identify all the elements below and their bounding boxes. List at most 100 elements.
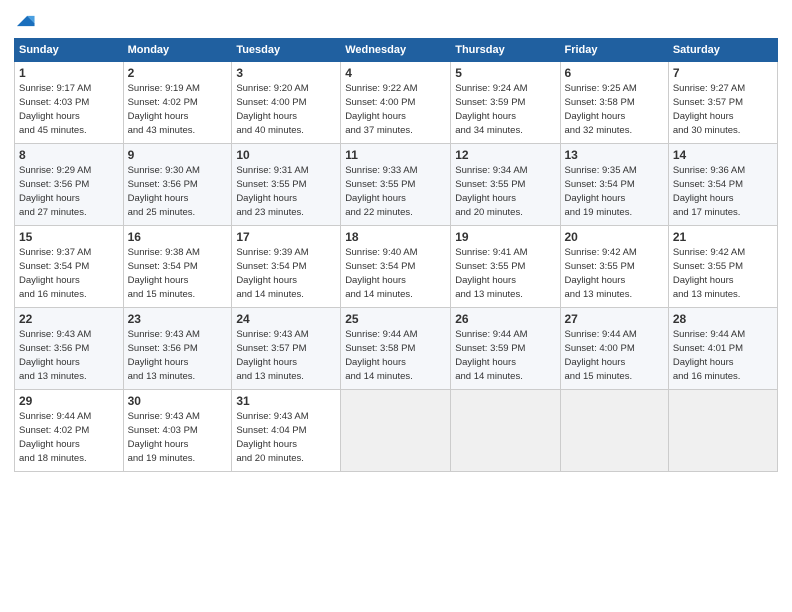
calendar-cell: 31 Sunrise: 9:43 AMSunset: 4:04 PMDaylig… [232, 390, 341, 472]
day-info: Sunrise: 9:30 AMSunset: 3:56 PMDaylight … [128, 165, 200, 217]
weekday-header: Friday [560, 39, 668, 62]
day-number: 12 [455, 147, 555, 163]
calendar-header: SundayMondayTuesdayWednesdayThursdayFrid… [15, 39, 778, 62]
weekday-header: Wednesday [341, 39, 451, 62]
day-info: Sunrise: 9:20 AMSunset: 4:00 PMDaylight … [236, 83, 308, 135]
day-info: Sunrise: 9:37 AMSunset: 3:54 PMDaylight … [19, 247, 91, 299]
day-info: Sunrise: 9:17 AMSunset: 4:03 PMDaylight … [19, 83, 91, 135]
day-number: 31 [236, 393, 336, 409]
calendar-cell [668, 390, 777, 472]
calendar-cell: 15 Sunrise: 9:37 AMSunset: 3:54 PMDaylig… [15, 226, 124, 308]
calendar-cell: 27 Sunrise: 9:44 AMSunset: 4:00 PMDaylig… [560, 308, 668, 390]
calendar-cell [451, 390, 560, 472]
calendar-cell: 4 Sunrise: 9:22 AMSunset: 4:00 PMDayligh… [341, 62, 451, 144]
day-info: Sunrise: 9:29 AMSunset: 3:56 PMDaylight … [19, 165, 91, 217]
day-info: Sunrise: 9:27 AMSunset: 3:57 PMDaylight … [673, 83, 745, 135]
day-number: 26 [455, 311, 555, 327]
calendar-cell: 5 Sunrise: 9:24 AMSunset: 3:59 PMDayligh… [451, 62, 560, 144]
calendar-cell: 12 Sunrise: 9:34 AMSunset: 3:55 PMDaylig… [451, 144, 560, 226]
weekday-header: Sunday [15, 39, 124, 62]
logo [14, 10, 40, 32]
calendar-cell: 18 Sunrise: 9:40 AMSunset: 3:54 PMDaylig… [341, 226, 451, 308]
calendar-cell: 30 Sunrise: 9:43 AMSunset: 4:03 PMDaylig… [123, 390, 232, 472]
day-info: Sunrise: 9:44 AMSunset: 4:00 PMDaylight … [565, 329, 637, 381]
calendar-week-row: 29 Sunrise: 9:44 AMSunset: 4:02 PMDaylig… [15, 390, 778, 472]
calendar-cell: 23 Sunrise: 9:43 AMSunset: 3:56 PMDaylig… [123, 308, 232, 390]
day-info: Sunrise: 9:38 AMSunset: 3:54 PMDaylight … [128, 247, 200, 299]
calendar-cell: 13 Sunrise: 9:35 AMSunset: 3:54 PMDaylig… [560, 144, 668, 226]
day-number: 8 [19, 147, 119, 163]
day-number: 15 [19, 229, 119, 245]
calendar-cell: 3 Sunrise: 9:20 AMSunset: 4:00 PMDayligh… [232, 62, 341, 144]
day-number: 13 [565, 147, 664, 163]
calendar-cell [341, 390, 451, 472]
calendar-week-row: 15 Sunrise: 9:37 AMSunset: 3:54 PMDaylig… [15, 226, 778, 308]
day-info: Sunrise: 9:42 AMSunset: 3:55 PMDaylight … [565, 247, 637, 299]
header [14, 10, 778, 32]
day-number: 28 [673, 311, 773, 327]
day-number: 16 [128, 229, 228, 245]
calendar-week-row: 8 Sunrise: 9:29 AMSunset: 3:56 PMDayligh… [15, 144, 778, 226]
calendar-cell: 24 Sunrise: 9:43 AMSunset: 3:57 PMDaylig… [232, 308, 341, 390]
day-number: 18 [345, 229, 446, 245]
day-number: 17 [236, 229, 336, 245]
day-number: 4 [345, 65, 446, 81]
day-number: 19 [455, 229, 555, 245]
day-info: Sunrise: 9:44 AMSunset: 4:01 PMDaylight … [673, 329, 745, 381]
day-number: 5 [455, 65, 555, 81]
day-number: 27 [565, 311, 664, 327]
day-number: 2 [128, 65, 228, 81]
calendar-cell: 21 Sunrise: 9:42 AMSunset: 3:55 PMDaylig… [668, 226, 777, 308]
day-number: 6 [565, 65, 664, 81]
page-container: SundayMondayTuesdayWednesdayThursdayFrid… [0, 0, 792, 612]
calendar-cell: 28 Sunrise: 9:44 AMSunset: 4:01 PMDaylig… [668, 308, 777, 390]
day-info: Sunrise: 9:44 AMSunset: 3:59 PMDaylight … [455, 329, 527, 381]
calendar-cell: 22 Sunrise: 9:43 AMSunset: 3:56 PMDaylig… [15, 308, 124, 390]
calendar-cell: 19 Sunrise: 9:41 AMSunset: 3:55 PMDaylig… [451, 226, 560, 308]
calendar-cell: 20 Sunrise: 9:42 AMSunset: 3:55 PMDaylig… [560, 226, 668, 308]
calendar-cell: 9 Sunrise: 9:30 AMSunset: 3:56 PMDayligh… [123, 144, 232, 226]
day-info: Sunrise: 9:43 AMSunset: 3:56 PMDaylight … [128, 329, 200, 381]
calendar-cell: 8 Sunrise: 9:29 AMSunset: 3:56 PMDayligh… [15, 144, 124, 226]
day-number: 3 [236, 65, 336, 81]
day-number: 29 [19, 393, 119, 409]
day-number: 1 [19, 65, 119, 81]
calendar-cell: 10 Sunrise: 9:31 AMSunset: 3:55 PMDaylig… [232, 144, 341, 226]
day-info: Sunrise: 9:43 AMSunset: 4:03 PMDaylight … [128, 411, 200, 463]
calendar-cell: 17 Sunrise: 9:39 AMSunset: 3:54 PMDaylig… [232, 226, 341, 308]
calendar-week-row: 22 Sunrise: 9:43 AMSunset: 3:56 PMDaylig… [15, 308, 778, 390]
day-info: Sunrise: 9:41 AMSunset: 3:55 PMDaylight … [455, 247, 527, 299]
calendar-cell: 2 Sunrise: 9:19 AMSunset: 4:02 PMDayligh… [123, 62, 232, 144]
calendar-cell: 11 Sunrise: 9:33 AMSunset: 3:55 PMDaylig… [341, 144, 451, 226]
day-number: 21 [673, 229, 773, 245]
day-number: 7 [673, 65, 773, 81]
calendar-cell: 6 Sunrise: 9:25 AMSunset: 3:58 PMDayligh… [560, 62, 668, 144]
calendar-cell [560, 390, 668, 472]
day-number: 23 [128, 311, 228, 327]
day-info: Sunrise: 9:31 AMSunset: 3:55 PMDaylight … [236, 165, 308, 217]
day-number: 22 [19, 311, 119, 327]
calendar-cell: 29 Sunrise: 9:44 AMSunset: 4:02 PMDaylig… [15, 390, 124, 472]
day-info: Sunrise: 9:24 AMSunset: 3:59 PMDaylight … [455, 83, 527, 135]
day-number: 10 [236, 147, 336, 163]
day-info: Sunrise: 9:44 AMSunset: 3:58 PMDaylight … [345, 329, 417, 381]
day-info: Sunrise: 9:36 AMSunset: 3:54 PMDaylight … [673, 165, 745, 217]
day-number: 11 [345, 147, 446, 163]
day-number: 14 [673, 147, 773, 163]
day-info: Sunrise: 9:40 AMSunset: 3:54 PMDaylight … [345, 247, 417, 299]
day-number: 24 [236, 311, 336, 327]
day-info: Sunrise: 9:43 AMSunset: 3:56 PMDaylight … [19, 329, 91, 381]
logo-icon [14, 10, 36, 32]
calendar-cell: 26 Sunrise: 9:44 AMSunset: 3:59 PMDaylig… [451, 308, 560, 390]
calendar-week-row: 1 Sunrise: 9:17 AMSunset: 4:03 PMDayligh… [15, 62, 778, 144]
calendar-cell: 7 Sunrise: 9:27 AMSunset: 3:57 PMDayligh… [668, 62, 777, 144]
day-number: 25 [345, 311, 446, 327]
calendar-cell: 14 Sunrise: 9:36 AMSunset: 3:54 PMDaylig… [668, 144, 777, 226]
weekday-header: Tuesday [232, 39, 341, 62]
day-info: Sunrise: 9:44 AMSunset: 4:02 PMDaylight … [19, 411, 91, 463]
day-number: 20 [565, 229, 664, 245]
day-info: Sunrise: 9:33 AMSunset: 3:55 PMDaylight … [345, 165, 417, 217]
day-info: Sunrise: 9:34 AMSunset: 3:55 PMDaylight … [455, 165, 527, 217]
day-info: Sunrise: 9:22 AMSunset: 4:00 PMDaylight … [345, 83, 417, 135]
calendar-cell: 25 Sunrise: 9:44 AMSunset: 3:58 PMDaylig… [341, 308, 451, 390]
